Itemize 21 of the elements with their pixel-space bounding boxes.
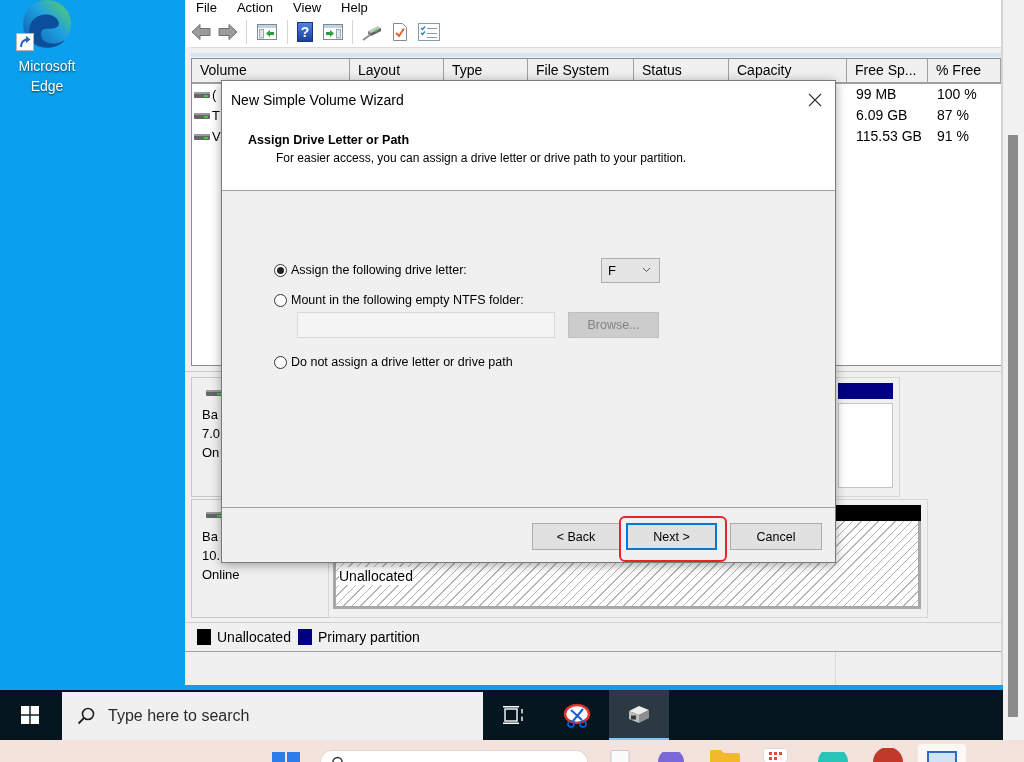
disk-size-text: 10.: [202, 547, 221, 565]
table-cell-text: 99 MB: [855, 85, 898, 104]
table-cell-text: V: [212, 128, 221, 146]
legend-label: Unallocated: [217, 629, 291, 645]
table-cell-text: 91 %: [936, 127, 970, 146]
legend-label: Primary partition: [317, 629, 420, 645]
disk-type-text: Ba: [202, 528, 218, 546]
table-cell-text: 87 %: [936, 106, 970, 125]
disk-type-text: Ba: [202, 406, 218, 424]
disk-status-text: Online: [202, 566, 240, 584]
table-cell-text: 115.53 GB: [855, 127, 923, 146]
dialog-title: New Simple Volume Wizard: [231, 92, 404, 108]
partition-label: Unallocated: [339, 567, 413, 585]
disk-status-text: On: [202, 444, 220, 462]
table-cell-text: 100 %: [936, 85, 978, 104]
disk-size-text: 7.0: [202, 425, 221, 443]
page-heading: Assign Drive Letter or Path: [248, 132, 410, 148]
table-cell-text: (: [212, 86, 217, 104]
table-cell-text: 6.09 GB: [855, 106, 909, 125]
table-cell-text: T: [212, 107, 220, 125]
page-description: For easier access, you can assign a drive letter or drive path to your partition.: [276, 151, 687, 166]
